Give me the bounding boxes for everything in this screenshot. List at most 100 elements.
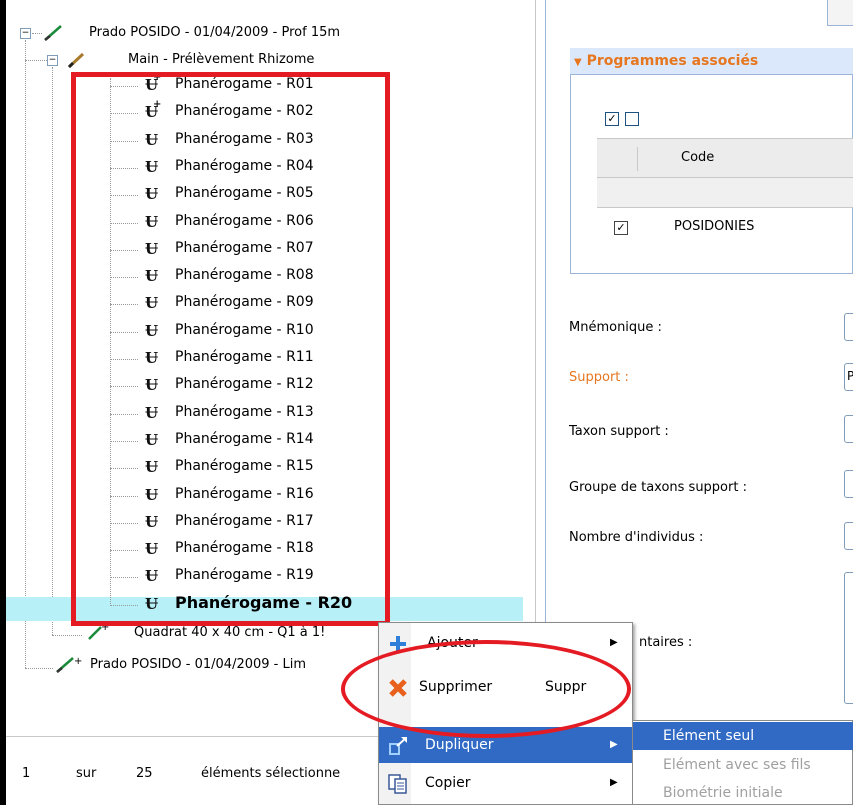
test-tube-icon: Ʉ xyxy=(145,595,159,613)
test-tube-icon: Ʉ xyxy=(145,158,159,176)
sample-label: Phanérogame - R10 xyxy=(175,322,314,338)
sample-label: Phanérogame - R03 xyxy=(175,131,314,147)
commentaires-label: ntaires : xyxy=(639,635,693,650)
nombre-individus-label: Nombre d'individus : xyxy=(569,530,704,545)
taxon-support-input[interactable] xyxy=(844,415,853,443)
sample-label: Phanérogame - R17 xyxy=(175,513,314,529)
context-menu: Ajouter ▶ Supprimer Suppr Dupliquer ▶ Co… xyxy=(378,622,634,805)
tree-node-sample[interactable]: Ʉ Phanérogame - R10 xyxy=(6,319,386,343)
duplicate-icon xyxy=(389,737,407,755)
sample-label: Phanérogame - R20 xyxy=(175,593,353,612)
test-tube-plus-icon: Ʉ + xyxy=(145,99,162,121)
tree-node-sample[interactable]: Ʉ + Phanérogame - R01 xyxy=(6,72,386,97)
select-all-checkbox[interactable]: ✓ xyxy=(605,112,619,126)
submenu-item-biometrie-initiale[interactable]: Biométrie initiale xyxy=(633,779,853,805)
mnemonique-label: Mnémonique : xyxy=(569,320,662,335)
dupliquer-submenu: Elément seul Elément avec ses fils Biomé… xyxy=(632,720,853,805)
tree-node-sample[interactable]: Ʉ Phanérogame - R07 xyxy=(6,237,386,261)
test-tube-icon: Ʉ xyxy=(145,131,159,149)
grid-header-row: Code xyxy=(597,138,853,178)
submenu-arrow-icon: ▶ xyxy=(610,637,618,648)
taxon-support-label: Taxon support : xyxy=(569,424,669,439)
column-header-code[interactable]: Code xyxy=(681,150,714,165)
test-tube-icon: Ʉ xyxy=(145,513,159,531)
test-tube-icon: Ʉ xyxy=(145,486,159,504)
tree-node-sample[interactable]: Ʉ Phanérogame - R05 xyxy=(6,182,386,206)
program-code-cell: POSIDONIES xyxy=(674,219,755,234)
tree-node-sample[interactable]: Ʉ Phanérogame - R17 xyxy=(6,510,386,534)
row-checkbox[interactable]: ✓ xyxy=(614,221,628,235)
submenu-item-element-avec-fils[interactable]: Elément avec ses fils xyxy=(633,751,853,779)
sample-label: Phanérogame - R19 xyxy=(175,567,314,583)
support-label: Support : xyxy=(569,370,629,385)
menu-item-copier[interactable]: Copier ▶ xyxy=(379,765,634,801)
tree-node-sample[interactable]: Ʉ Phanérogame - R15 xyxy=(6,455,386,479)
test-tube-plus-icon: Ʉ + xyxy=(145,72,162,94)
submenu-arrow-icon: ▶ xyxy=(610,739,618,750)
tree-node-sample[interactable]: Ʉ Phanérogame - R08 xyxy=(6,264,386,288)
sample-label: Phanérogame - R06 xyxy=(175,213,314,229)
sample-label: Phanérogame - R04 xyxy=(175,158,314,174)
test-tube-icon: Ʉ xyxy=(145,567,159,585)
shortcut-label: Suppr xyxy=(545,679,587,695)
tree-node-sample[interactable]: Ʉ Phanérogame - R16 xyxy=(6,483,386,507)
tree-node-sample[interactable]: Ʉ Phanérogame - R20 xyxy=(6,592,386,616)
test-tube-icon: Ʉ xyxy=(145,294,159,312)
menu-item-ajouter[interactable]: Ajouter ▶ xyxy=(379,625,634,661)
copy-icon xyxy=(388,774,407,794)
groupe-taxons-input[interactable] xyxy=(844,470,853,498)
menu-item-dupliquer[interactable]: Dupliquer ▶ xyxy=(379,727,634,763)
tree-node-root1[interactable]: Prado POSIDO - 01/04/2009 - Prof 15m xyxy=(89,22,340,44)
tree-node-sample[interactable]: Ʉ Phanérogame - R06 xyxy=(6,210,386,234)
menu-item-supprimer[interactable]: Supprimer Suppr xyxy=(379,669,634,705)
mnemonique-input[interactable] xyxy=(844,313,853,341)
tree-node-quadrat[interactable]: Quadrat 40 x 40 cm - Q1 à 1! xyxy=(134,622,325,644)
sample-label: Phanérogame - R05 xyxy=(175,185,314,201)
tree-node-sample[interactable]: Ʉ Phanérogame - R18 xyxy=(6,537,386,561)
delete-x-icon xyxy=(389,679,407,697)
pipette-icon: + xyxy=(88,622,109,640)
of-label: sur xyxy=(76,766,97,781)
sample-label: Phanérogame - R12 xyxy=(175,376,314,392)
sample-label: Phanérogame - R11 xyxy=(175,349,314,365)
tree-node-sample[interactable]: Ʉ Phanérogame - R13 xyxy=(6,401,386,425)
tree-node-sample[interactable]: Ʉ Phanérogame - R12 xyxy=(6,373,386,397)
test-tube-icon: Ʉ xyxy=(145,213,159,231)
collapse-toggle[interactable]: − xyxy=(20,28,31,39)
groupe-taxons-label: Groupe de taxons support : xyxy=(569,480,747,495)
support-input-value: P xyxy=(847,369,853,383)
tree-node-sample[interactable]: Ʉ Phanérogame - R09 xyxy=(6,291,386,315)
submenu-item-element-seul[interactable]: Elément seul xyxy=(633,722,853,750)
sample-label: Phanérogame - R09 xyxy=(175,294,314,310)
tree-node-sample[interactable]: Ʉ + Phanérogame - R02 xyxy=(6,99,386,124)
test-tube-icon: Ʉ xyxy=(145,240,159,258)
submenu-arrow-icon: ▶ xyxy=(610,777,618,788)
test-tube-icon: Ʉ xyxy=(145,185,159,203)
tree-node-sample[interactable]: Ʉ Phanérogame - R11 xyxy=(6,346,386,370)
test-tube-icon: Ʉ xyxy=(145,376,159,394)
sample-label: Phanérogame - R08 xyxy=(175,267,314,283)
select-none-checkbox[interactable] xyxy=(625,112,639,126)
tree-node-sample[interactable]: Ʉ Phanérogame - R14 xyxy=(6,428,386,452)
tree-node-sample[interactable]: Ʉ Phanérogame - R19 xyxy=(6,564,386,588)
svg-text:+: + xyxy=(74,656,82,667)
commentaires-textarea[interactable] xyxy=(844,572,853,704)
tree-node-sample[interactable]: Ʉ Phanérogame - R04 xyxy=(6,155,386,179)
sample-label: Phanérogame - R02 xyxy=(175,103,314,119)
programs-section-header[interactable]: ▼ Programmes associés xyxy=(570,48,853,74)
nombre-individus-input[interactable] xyxy=(844,522,853,550)
collapse-toggle[interactable]: − xyxy=(47,55,58,66)
test-tube-icon: Ʉ xyxy=(145,458,159,476)
sampling-tool-icon: + xyxy=(56,656,82,673)
test-tube-icon: Ʉ xyxy=(145,540,159,558)
grid-filter-row xyxy=(597,178,853,208)
sample-label: Phanérogame - R14 xyxy=(175,431,314,447)
tree-node-sample[interactable]: Ʉ Phanérogame - R03 xyxy=(6,128,386,152)
support-input[interactable]: P xyxy=(844,363,853,391)
programs-section-title: Programmes associés xyxy=(586,53,759,69)
page-number: 1 xyxy=(22,766,31,781)
sample-label: Phanérogame - R13 xyxy=(175,404,314,420)
sample-label: Phanérogame - R01 xyxy=(175,76,314,92)
sampling-tool-icon xyxy=(44,25,62,41)
tree-node-root2[interactable]: Prado POSIDO - 01/04/2009 - Lim xyxy=(90,654,306,676)
